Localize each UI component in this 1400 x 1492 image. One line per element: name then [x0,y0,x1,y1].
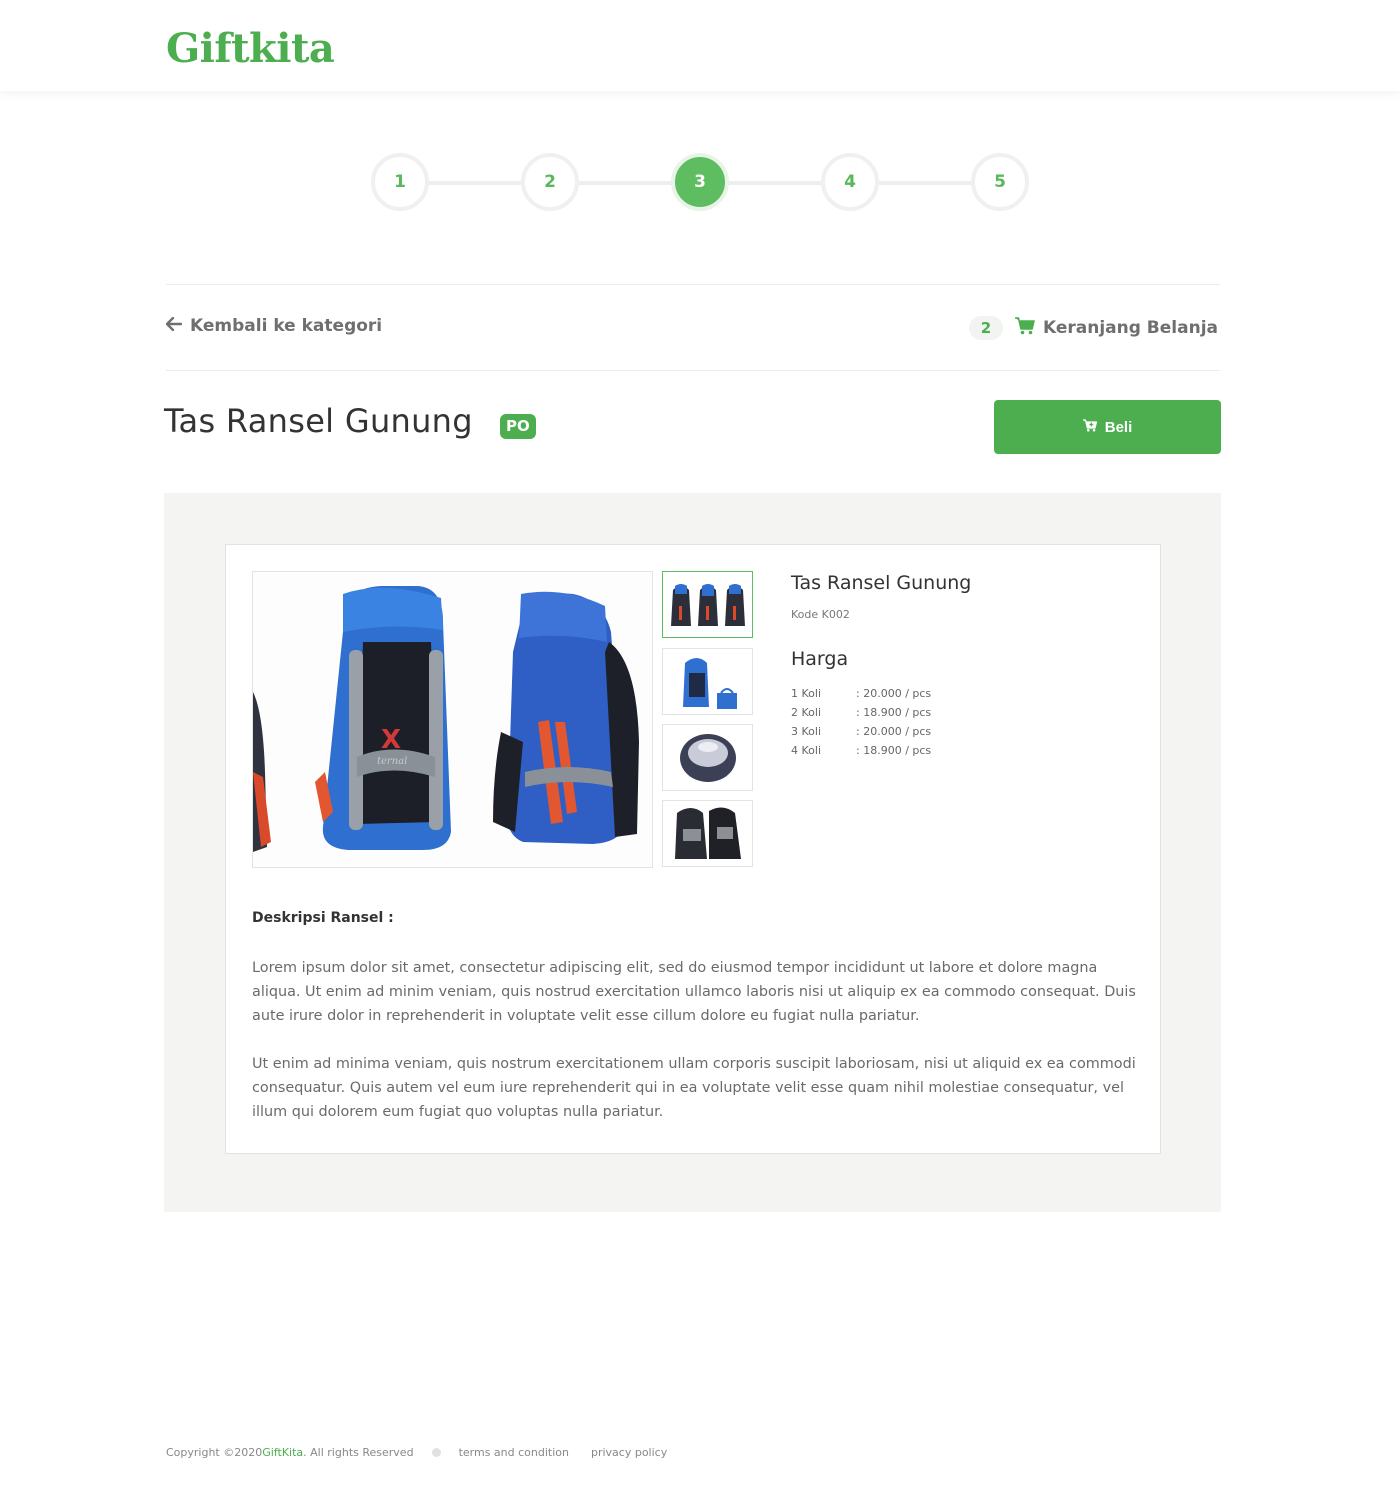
thumbnail-3[interactable] [662,724,753,791]
cart-count-badge: 2 [968,316,1003,340]
backpack-thumbnail [663,725,752,790]
copyright-text: Copyright ©2020 [166,1445,263,1459]
price-table: 1 Koli : 20.000 / pcs 2 Koli : 18.900 / … [791,686,931,762]
step-3[interactable]: 3 [671,153,729,211]
shopping-cart-link[interactable]: 2 Keranjang Belanja [968,315,1218,341]
thumbnail-4[interactable] [662,800,753,867]
step-5[interactable]: 5 [971,153,1029,211]
back-link-label: Kembali ke kategori [190,316,383,336]
step-connector [728,181,824,185]
thumbnail-2[interactable] [662,648,753,715]
price-qty: 2 Koli [791,706,822,719]
page-title: Tas Ransel Gunung [164,402,473,440]
price-heading: Harga [791,648,849,670]
product-main-image[interactable]: X ternal [252,571,653,868]
price-row: 2 Koli : 18.900 / pcs [791,705,931,724]
footer: Copyright ©2020 GiftKita . All rights Re… [166,1444,689,1460]
price-value: : 18.900 / pcs [856,706,932,719]
price-value: : 18.900 / pcs [856,744,932,757]
separator-dot [431,1447,441,1457]
arrow-left-icon [165,316,183,336]
privacy-link[interactable]: privacy policy [591,1446,667,1459]
divider [166,370,1220,371]
cart-plus-icon [1082,418,1097,436]
logo[interactable]: Giftkita [166,26,335,72]
progress-stepper: 1 2 3 4 5 [0,150,1400,216]
price-value: : 20.000 / pcs [856,687,932,700]
backpack-thumbnail [663,649,752,714]
buy-button[interactable]: Beli [994,400,1221,454]
price-qty: 3 Koli [791,725,822,738]
divider [166,284,1220,285]
step-connector [428,181,524,185]
cart-link-label: Keranjang Belanja [1042,318,1218,338]
footer-brand-link[interactable]: GiftKita [262,1446,303,1459]
top-navbar: Giftkita [0,0,1400,91]
backpack-thumbnail [663,801,752,866]
description-paragraph: Lorem ipsum dolor sit amet, consectetur … [252,960,1136,1024]
product-name: Tas Ransel Gunung [791,572,972,594]
terms-link[interactable]: terms and condition [459,1446,569,1459]
step-connector [578,181,674,185]
thumbnail-1[interactable] [662,571,753,638]
price-value: : 20.000 / pcs [856,725,932,738]
rights-text: . All rights Reserved [303,1445,414,1459]
step-1[interactable]: 1 [371,153,429,211]
price-row: 4 Koli : 18.900 / pcs [791,743,931,762]
back-to-category-link[interactable]: Kembali ke kategori [165,314,383,338]
brand-mark-text: X [381,725,401,755]
step-4[interactable]: 4 [821,153,879,211]
po-badge: PO [500,414,536,439]
description-paragraph: Ut enim ad minima veniam, quis nostrum e… [252,1056,1136,1120]
price-qty: 1 Koli [791,687,822,700]
price-row: 3 Koli : 20.000 / pcs [791,724,931,743]
product-code: Kode K002 [791,608,850,621]
price-qty: 4 Koli [791,744,822,757]
step-connector [878,181,974,185]
cart-icon [1014,316,1035,340]
backpack-thumbnail [663,572,752,637]
brand-mark-subtext: ternal [377,756,407,767]
price-row: 1 Koli : 20.000 / pcs [791,686,931,705]
buy-button-label: Beli [1104,418,1133,436]
description-title: Deskripsi Ransel : [252,910,394,926]
step-2[interactable]: 2 [521,153,579,211]
backpack-image: X ternal [253,572,652,867]
